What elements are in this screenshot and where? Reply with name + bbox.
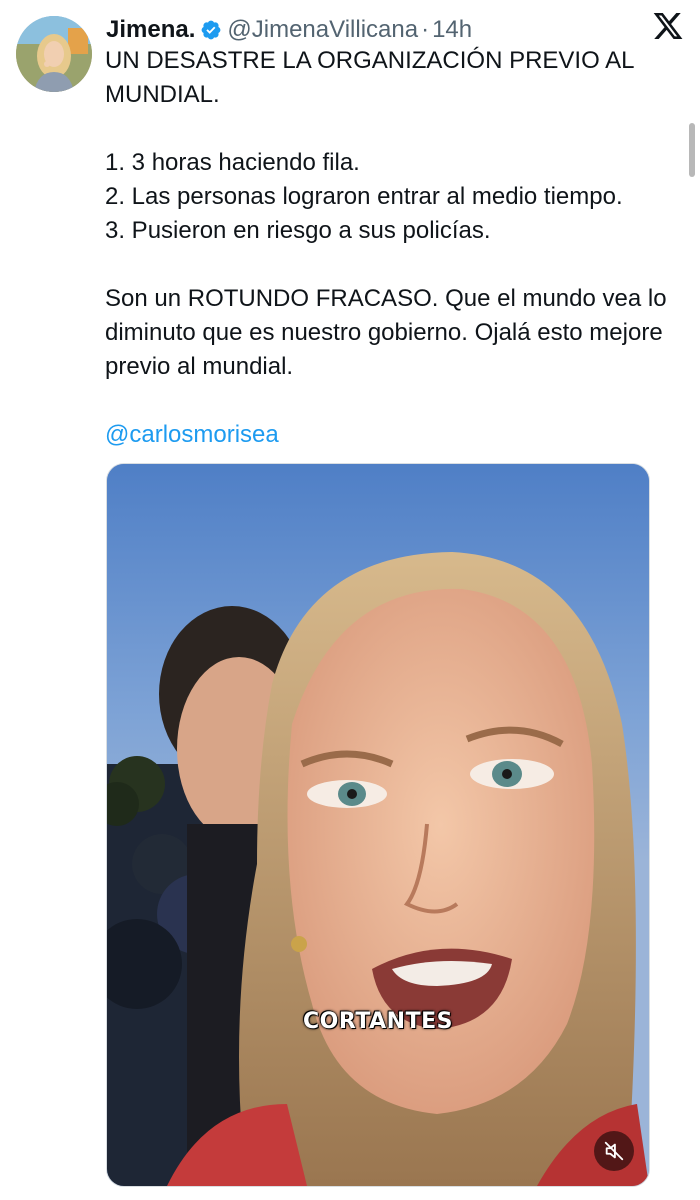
timestamp[interactable]: 14h bbox=[432, 16, 472, 44]
video-player[interactable]: CORTANTES bbox=[106, 463, 650, 1187]
avatar[interactable] bbox=[16, 16, 92, 92]
display-name[interactable]: Jimena. bbox=[106, 16, 195, 44]
list-item: 2. Las personas lograron entrar al medio… bbox=[105, 183, 623, 210]
tweet-header: Jimena. @JimenaVillicana · 14h bbox=[106, 14, 472, 46]
muted-speaker-icon bbox=[603, 1140, 625, 1162]
list-item: 1. 3 horas haciendo fila. bbox=[105, 149, 360, 176]
tweet-headline: UN DESASTRE LA ORGANIZACIÓN PREVIO AL MU… bbox=[105, 47, 634, 108]
verified-badge-icon bbox=[200, 19, 222, 41]
tweet-paragraph: Son un ROTUNDO FRACASO. Que el mundo vea… bbox=[105, 285, 667, 380]
user-handle[interactable]: @JimenaVillicana bbox=[227, 16, 418, 44]
separator-dot: · bbox=[421, 16, 430, 43]
x-logo-icon[interactable] bbox=[652, 10, 684, 42]
scrollbar-thumb[interactable] bbox=[689, 123, 695, 177]
mention-link[interactable]: @carlosmorisea bbox=[105, 421, 279, 448]
list-item: 3. Pusieron en riesgo a sus policías. bbox=[105, 217, 491, 244]
tweet-text: UN DESASTRE LA ORGANIZACIÓN PREVIO AL MU… bbox=[105, 44, 685, 452]
tweet-screen: Jimena. @JimenaVillicana · 14h UN DESAST… bbox=[0, 0, 700, 1200]
mute-button[interactable] bbox=[594, 1131, 634, 1171]
video-frame bbox=[107, 464, 649, 1186]
video-caption: CORTANTES bbox=[303, 1009, 453, 1034]
